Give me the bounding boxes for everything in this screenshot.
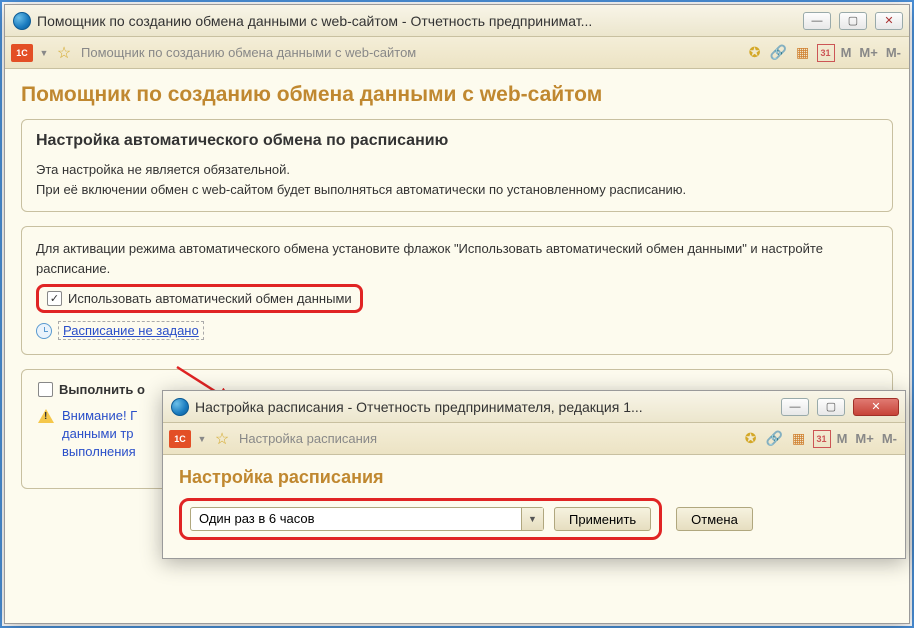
intro-text: Эта настройка не является обязательной. … bbox=[36, 160, 878, 199]
maximize-button[interactable]: ▢ bbox=[839, 12, 867, 30]
window-controls: — ▢ ✕ bbox=[803, 12, 903, 30]
modal-toolbar-right: ✪ 🔗 ▦ 31 M M+ M- bbox=[741, 429, 899, 449]
app-logo-icon[interactable]: 1C bbox=[169, 430, 191, 448]
modal-minimize-button[interactable]: — bbox=[781, 398, 809, 416]
modal-titlebar: Настройка расписания - Отчетность предпр… bbox=[163, 391, 905, 423]
modal-page-title: Настройка расписания bbox=[179, 467, 889, 488]
modal-controls-row: Один раз в 6 часов ▼ Применить Отмена bbox=[179, 498, 889, 540]
page-title: Помощник по созданию обмена данными с we… bbox=[21, 83, 893, 107]
settings-panel: Для активации режима автоматического обм… bbox=[21, 226, 893, 355]
warn-line1: Внимание! Г bbox=[62, 407, 137, 425]
m-minus-button[interactable]: M- bbox=[884, 45, 903, 60]
calendar-icon[interactable]: 31 bbox=[813, 430, 831, 448]
main-toolbar: 1C ▼ ☆ Помощник по созданию обмена данны… bbox=[5, 37, 909, 69]
warn-line3: выполнения bbox=[62, 443, 137, 461]
minimize-button[interactable]: — bbox=[803, 12, 831, 30]
warning-text: Внимание! Г данными тр выполнения bbox=[62, 407, 137, 462]
modal-maximize-button[interactable]: ▢ bbox=[817, 398, 845, 416]
toolbar-right: ✪ 🔗 ▦ 31 M M+ M- bbox=[745, 43, 903, 63]
schedule-row: Расписание не задано bbox=[36, 321, 204, 340]
m-plus-button[interactable]: M+ bbox=[853, 431, 875, 446]
clock-icon bbox=[36, 323, 52, 339]
exec-checkbox[interactable] bbox=[38, 382, 53, 397]
ie-icon bbox=[171, 398, 189, 416]
favorite-star-icon[interactable]: ☆ bbox=[55, 44, 73, 62]
history-dropdown-icon[interactable]: ▼ bbox=[37, 46, 51, 60]
modal-highlight: Один раз в 6 часов ▼ Применить bbox=[179, 498, 662, 540]
m-button[interactable]: M bbox=[839, 45, 854, 60]
schedule-link[interactable]: Расписание не задано bbox=[58, 321, 204, 340]
m-minus-button[interactable]: M- bbox=[880, 431, 899, 446]
ie-icon bbox=[13, 12, 31, 30]
favorite-star-icon[interactable]: ☆ bbox=[213, 430, 231, 448]
modal-close-button[interactable]: ✕ bbox=[853, 398, 899, 416]
add-favorite-icon[interactable]: ✪ bbox=[745, 43, 765, 63]
main-title-text: Помощник по созданию обмена данными с we… bbox=[37, 13, 803, 29]
warning-icon bbox=[38, 409, 54, 423]
modal-window-controls: — ▢ ✕ bbox=[781, 398, 899, 416]
intro-line1: Эта настройка не является обязательной. bbox=[36, 160, 878, 180]
modal-toolbar-title: Настройка расписания bbox=[235, 431, 737, 446]
checkbox-highlight: ✓ Использовать автоматический обмен данн… bbox=[36, 284, 363, 313]
modal-content: Настройка расписания Один раз в 6 часов … bbox=[163, 455, 905, 558]
calculator-icon[interactable]: ▦ bbox=[793, 43, 813, 63]
intro-panel: Настройка автоматического обмена по расп… bbox=[21, 119, 893, 212]
intro-line2: При её включении обмен с web-сайтом буде… bbox=[36, 180, 878, 200]
interval-dropdown[interactable]: Один раз в 6 часов ▼ bbox=[190, 507, 544, 531]
toolbar-title: Помощник по созданию обмена данными с we… bbox=[77, 45, 741, 60]
add-favorite-icon[interactable]: ✪ bbox=[741, 429, 761, 449]
main-titlebar: Помощник по созданию обмена данными с we… bbox=[5, 5, 909, 37]
calendar-icon[interactable]: 31 bbox=[817, 44, 835, 62]
apply-button[interactable]: Применить bbox=[554, 507, 651, 531]
exec-label: Выполнить о bbox=[59, 382, 145, 397]
calculator-icon[interactable]: ▦ bbox=[789, 429, 809, 449]
modal-title-text: Настройка расписания - Отчетность предпр… bbox=[195, 399, 781, 415]
m-button[interactable]: M bbox=[835, 431, 850, 446]
close-button[interactable]: ✕ bbox=[875, 12, 903, 30]
link-icon[interactable]: 🔗 bbox=[769, 43, 789, 63]
cancel-button[interactable]: Отмена bbox=[676, 507, 753, 531]
auto-exchange-label: Использовать автоматический обмен данным… bbox=[68, 291, 352, 306]
interval-value: Один раз в 6 часов bbox=[191, 508, 521, 530]
intro-heading: Настройка автоматического обмена по расп… bbox=[36, 132, 878, 150]
history-dropdown-icon[interactable]: ▼ bbox=[195, 432, 209, 446]
auto-exchange-checkbox[interactable]: ✓ bbox=[47, 291, 62, 306]
activation-hint: Для активации режима автоматического обм… bbox=[36, 239, 878, 278]
m-plus-button[interactable]: M+ bbox=[857, 45, 879, 60]
warn-line2: данными тр bbox=[62, 425, 137, 443]
app-logo-icon[interactable]: 1C bbox=[11, 44, 33, 62]
schedule-modal: Настройка расписания - Отчетность предпр… bbox=[162, 390, 906, 559]
modal-toolbar: 1C ▼ ☆ Настройка расписания ✪ 🔗 ▦ 31 M M… bbox=[163, 423, 905, 455]
link-icon[interactable]: 🔗 bbox=[765, 429, 785, 449]
chevron-down-icon[interactable]: ▼ bbox=[521, 508, 543, 530]
